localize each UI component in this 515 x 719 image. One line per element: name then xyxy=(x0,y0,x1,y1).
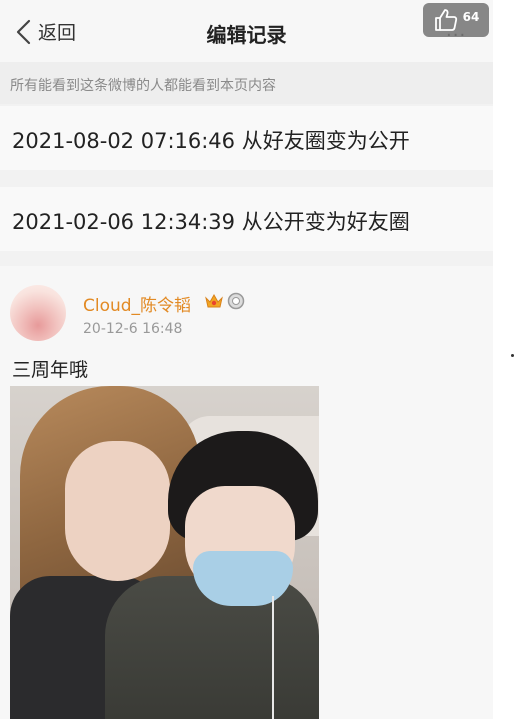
edit-record-item: 2021-08-02 07:16:46 从好友圈变为公开 xyxy=(0,106,493,170)
notice-text: 所有能看到这条微博的人都能看到本页内容 xyxy=(10,78,276,94)
page-title: 编辑记录 xyxy=(206,23,287,47)
right-margin xyxy=(493,0,515,719)
stray-dot xyxy=(511,354,514,357)
photo-person-left-face xyxy=(65,441,170,581)
edit-record-text: 2021-02-06 12:34:39 从公开变为好友圈 xyxy=(12,210,410,234)
user-badges xyxy=(204,292,245,310)
post-text: 三周年哦 xyxy=(12,359,89,381)
thumbs-up-icon xyxy=(434,9,457,31)
edit-record-item: 2021-02-06 12:34:39 从公开变为好友圈 xyxy=(0,187,493,251)
post-card: Cloud_陈令韬 20-12-6 16:48 三周年哦 xyxy=(0,266,493,719)
post-photo[interactable] xyxy=(10,386,319,719)
like-badge[interactable]: 64 xyxy=(423,3,489,37)
crown-badge-icon xyxy=(205,293,223,308)
visibility-notice: 所有能看到这条微博的人都能看到本页内容 xyxy=(0,62,493,104)
member-ring-icon xyxy=(227,292,245,310)
photo-face-mask xyxy=(193,551,293,606)
avatar[interactable] xyxy=(10,285,66,341)
nav-bar: 返回 编辑记录 ... xyxy=(0,0,493,62)
post-username[interactable]: Cloud_陈令韬 xyxy=(83,291,191,316)
post-timestamp: 20-12-6 16:48 xyxy=(83,321,183,337)
like-count: 64 xyxy=(462,10,480,24)
edit-record-text: 2021-08-02 07:16:46 从好友圈变为公开 xyxy=(12,129,410,153)
edit-history-page: 返回 编辑记录 ... 所有能看到这条微博的人都能看到本页内容 2021-08-… xyxy=(0,0,493,719)
photo-earphone-cable xyxy=(272,596,274,719)
